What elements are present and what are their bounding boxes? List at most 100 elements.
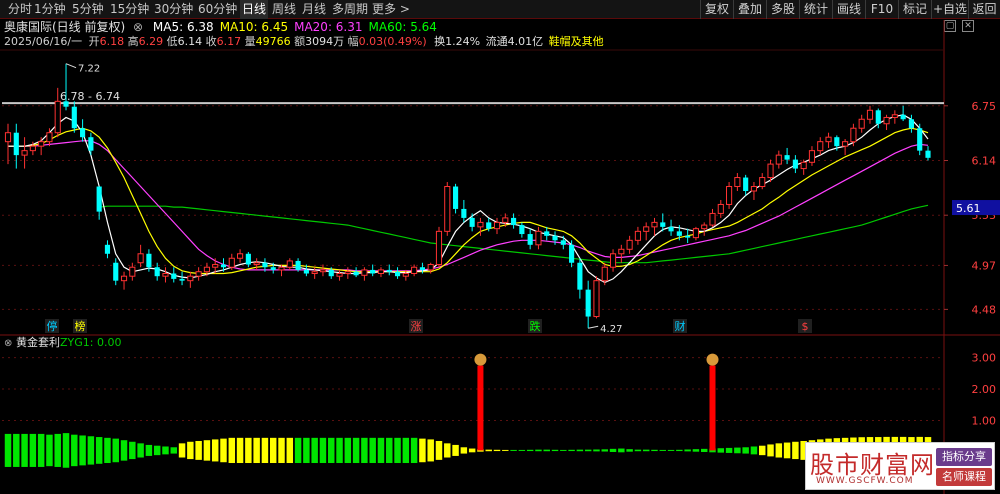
candle-body-60 <box>502 217 509 223</box>
ind-bar-20 <box>170 447 177 454</box>
kline-chart[interactable]: 6.756.145.534.974.486.78 - 6.747.224.275… <box>0 0 1000 494</box>
candle-body-31 <box>262 262 268 268</box>
ind-bar-3 <box>29 433 37 467</box>
candle-body-23 <box>195 271 202 277</box>
resistance-label: 6.78 - 6.74 <box>60 90 120 103</box>
candle-body-18 <box>154 267 160 277</box>
ind-bar-40 <box>336 437 343 464</box>
candle-body-16 <box>137 253 144 264</box>
candle-body-39 <box>328 269 334 277</box>
price-tag-label: 5.61 <box>956 202 981 215</box>
candle-body-15 <box>129 266 136 277</box>
candle-body-27 <box>228 257 235 268</box>
candle-body-52 <box>435 230 443 266</box>
ind-bar-67 <box>560 449 567 451</box>
ind-bar-4 <box>37 433 45 467</box>
candle-body-29 <box>245 253 251 265</box>
candle-body-48 <box>402 273 409 277</box>
candle-body-28 <box>237 253 244 259</box>
ind-bar-66 <box>551 449 559 452</box>
y-tick-label-0: 6.75 <box>972 100 997 113</box>
ind-bar-7 <box>62 433 70 468</box>
ind-bar-6 <box>54 433 61 467</box>
signal-bar-0 <box>477 365 484 451</box>
ind-bar-62 <box>518 449 526 451</box>
ind-bar-94 <box>783 442 791 459</box>
ind-bar-76 <box>634 449 642 452</box>
candle-body-59 <box>493 221 501 230</box>
candle-body-33 <box>278 266 285 271</box>
event-marker-3: 跌 <box>530 319 541 333</box>
candle-body-101 <box>842 141 849 147</box>
watermark-tag-course[interactable]: 名师课程 <box>936 468 992 486</box>
candle-body-3 <box>29 145 36 152</box>
ind-bar-18 <box>153 445 161 456</box>
candle-body-61 <box>511 217 517 226</box>
candle-body-57 <box>477 221 484 228</box>
ind-bar-31 <box>261 437 269 464</box>
ind-bar-26 <box>220 438 227 463</box>
candle-body-22 <box>187 275 194 282</box>
ind-bar-69 <box>576 449 584 452</box>
watermark-url: WWW.GSCFW.COM <box>816 476 914 486</box>
candle-body-65 <box>544 231 550 236</box>
candle-body-34 <box>286 260 293 268</box>
ind-bar-28 <box>236 437 244 464</box>
candle-body-54 <box>452 186 459 209</box>
signal-bar-1 <box>709 365 716 451</box>
candle-body-71 <box>593 280 600 318</box>
ind-bar-12 <box>104 437 111 464</box>
ind-bar-35 <box>294 437 302 464</box>
candle-body-20 <box>171 273 177 279</box>
candle-body-86 <box>717 203 724 214</box>
candle-body-77 <box>643 226 650 232</box>
candle-body-46 <box>386 269 392 272</box>
ind-bar-33 <box>278 437 285 464</box>
candle-body-40 <box>336 273 343 277</box>
ma10-line <box>8 127 929 275</box>
candle-body-41 <box>344 271 351 275</box>
watermark-name: 股市财富网 <box>810 451 935 479</box>
candle-body-96 <box>800 161 807 170</box>
ind-bar-29 <box>245 437 252 464</box>
candle-body-103 <box>858 118 865 129</box>
ind-bar-0 <box>4 433 12 467</box>
ind-bar-13 <box>112 438 119 463</box>
candle-body-104 <box>866 109 874 120</box>
candle-body-62 <box>519 225 525 235</box>
ind-bar-79 <box>659 449 667 451</box>
candle-body-99 <box>825 136 832 143</box>
candle-body-67 <box>560 240 566 245</box>
candle-body-74 <box>618 248 625 255</box>
ind-bar-51 <box>427 439 434 462</box>
candle-body-109 <box>908 119 914 129</box>
candle-body-35 <box>295 260 301 270</box>
y-tick-label-1: 6.14 <box>972 155 997 168</box>
candle-body-85 <box>709 212 716 226</box>
candle-body-106 <box>883 116 890 125</box>
ind-bar-11 <box>95 437 103 464</box>
ind-bar-55 <box>460 447 468 454</box>
candle-body-50 <box>419 267 425 270</box>
candle-body-97 <box>808 150 816 163</box>
ind-bar-41 <box>344 437 352 464</box>
candle-body-47 <box>394 271 401 277</box>
ind-bar-19 <box>162 446 169 455</box>
candle-body-38 <box>319 269 327 273</box>
ind-bar-52 <box>435 440 443 460</box>
ind-bar-2 <box>21 433 28 467</box>
watermark: 股市财富网 WWW.GSCFW.COM 指标分享 名师课程 <box>805 442 995 490</box>
ind-bar-9 <box>79 435 86 466</box>
candle-body-43 <box>361 269 368 276</box>
ind-title: 黄金套利 <box>16 335 60 349</box>
candle-body-2 <box>21 150 28 156</box>
event-marker-4: 财 <box>675 319 686 333</box>
candle-body-83 <box>692 228 699 239</box>
ind-bar-42 <box>352 437 360 464</box>
candle-body-75 <box>626 239 633 250</box>
candle-body-82 <box>685 235 691 238</box>
ind-value: ZYG1: 0.00 <box>60 336 121 349</box>
ind-bar-71 <box>593 449 600 452</box>
watermark-tag-share[interactable]: 指标分享 <box>936 448 992 466</box>
ind-bar-88 <box>734 447 741 454</box>
